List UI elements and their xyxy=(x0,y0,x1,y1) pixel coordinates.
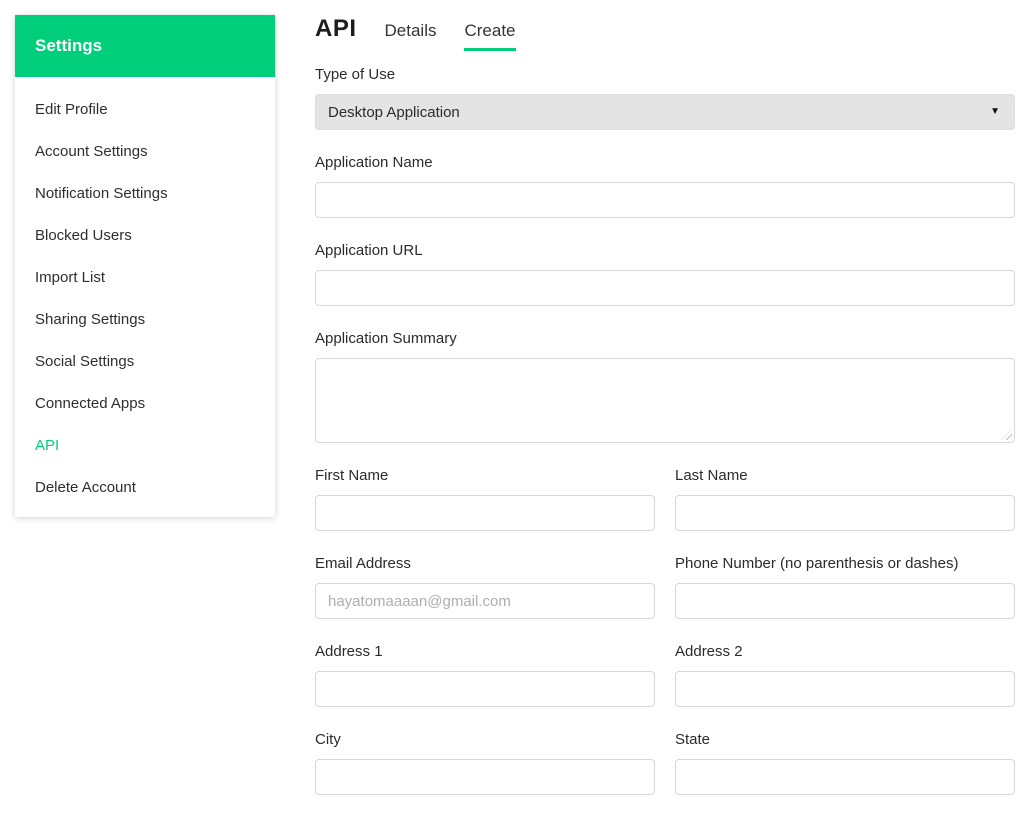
phone-input[interactable] xyxy=(675,583,1015,619)
application-name-group: Application Name xyxy=(315,153,1015,218)
page-title: API xyxy=(315,15,357,42)
state-input[interactable] xyxy=(675,759,1015,795)
api-tabs: Details Create xyxy=(385,21,544,51)
tab-create[interactable]: Create xyxy=(464,21,516,51)
last-name-input[interactable] xyxy=(675,495,1015,531)
api-settings-main: API Details Create Type of Use Desktop A… xyxy=(315,15,1015,818)
create-api-form: Type of Use Desktop Application ▼ Applic… xyxy=(315,65,1015,795)
address-row: Address 1 Address 2 xyxy=(315,642,1015,707)
sidebar-item-sharing-settings[interactable]: Sharing Settings xyxy=(15,299,275,341)
email-label: Email Address xyxy=(315,555,411,572)
last-name-label: Last Name xyxy=(675,467,748,484)
page-header: API Details Create xyxy=(315,15,1015,51)
sidebar-item-edit-profile[interactable]: Edit Profile xyxy=(15,89,275,131)
sidebar-item-blocked-users[interactable]: Blocked Users xyxy=(15,215,275,257)
type-of-use-select[interactable]: Desktop Application ▼ xyxy=(315,94,1015,130)
sidebar-header: Settings xyxy=(15,15,275,77)
state-group: State xyxy=(675,730,1015,795)
sidebar-item-connected-apps[interactable]: Connected Apps xyxy=(15,383,275,425)
phone-group: Phone Number (no parenthesis or dashes) xyxy=(675,554,1015,619)
contact-row: Email Address Phone Number (no parenthes… xyxy=(315,554,1015,619)
city-state-row: City State xyxy=(315,730,1015,795)
sidebar-title: Settings xyxy=(35,36,103,55)
city-group: City xyxy=(315,730,655,795)
application-name-label: Application Name xyxy=(315,154,433,171)
address2-input[interactable] xyxy=(675,671,1015,707)
type-of-use-selected-value: Desktop Application xyxy=(328,103,460,121)
sidebar-item-api[interactable]: API xyxy=(15,425,275,467)
phone-label: Phone Number (no parenthesis or dashes) xyxy=(675,555,959,572)
application-url-input[interactable] xyxy=(315,270,1015,306)
sidebar-item-import-list[interactable]: Import List xyxy=(15,257,275,299)
application-summary-label: Application Summary xyxy=(315,330,457,347)
tab-details[interactable]: Details xyxy=(385,21,437,51)
address2-group: Address 2 xyxy=(675,642,1015,707)
address1-label: Address 1 xyxy=(315,643,383,660)
sidebar-item-delete-account[interactable]: Delete Account xyxy=(15,467,275,509)
city-label: City xyxy=(315,731,341,748)
address1-input[interactable] xyxy=(315,671,655,707)
application-name-input[interactable] xyxy=(315,182,1015,218)
name-row: First Name Last Name xyxy=(315,466,1015,531)
type-of-use-group: Type of Use Desktop Application ▼ xyxy=(315,65,1015,130)
application-summary-textarea[interactable] xyxy=(315,358,1015,443)
sidebar-item-notification-settings[interactable]: Notification Settings xyxy=(15,173,275,215)
email-group: Email Address xyxy=(315,554,655,619)
address2-label: Address 2 xyxy=(675,643,743,660)
chevron-down-icon: ▼ xyxy=(990,106,1000,117)
email-field[interactable] xyxy=(315,583,655,619)
last-name-group: Last Name xyxy=(675,466,1015,531)
city-input[interactable] xyxy=(315,759,655,795)
sidebar-item-social-settings[interactable]: Social Settings xyxy=(15,341,275,383)
first-name-label: First Name xyxy=(315,467,389,484)
settings-sidebar: Settings Edit Profile Account Settings N… xyxy=(15,15,275,517)
application-summary-group: Application Summary xyxy=(315,329,1015,443)
application-url-group: Application URL xyxy=(315,241,1015,306)
sidebar-item-account-settings[interactable]: Account Settings xyxy=(15,131,275,173)
sidebar-list: Edit Profile Account Settings Notificati… xyxy=(15,77,275,509)
state-label: State xyxy=(675,731,711,748)
application-url-label: Application URL xyxy=(315,242,423,259)
type-of-use-label: Type of Use xyxy=(315,66,396,83)
first-name-group: First Name xyxy=(315,466,655,531)
first-name-input[interactable] xyxy=(315,495,655,531)
address1-group: Address 1 xyxy=(315,642,655,707)
